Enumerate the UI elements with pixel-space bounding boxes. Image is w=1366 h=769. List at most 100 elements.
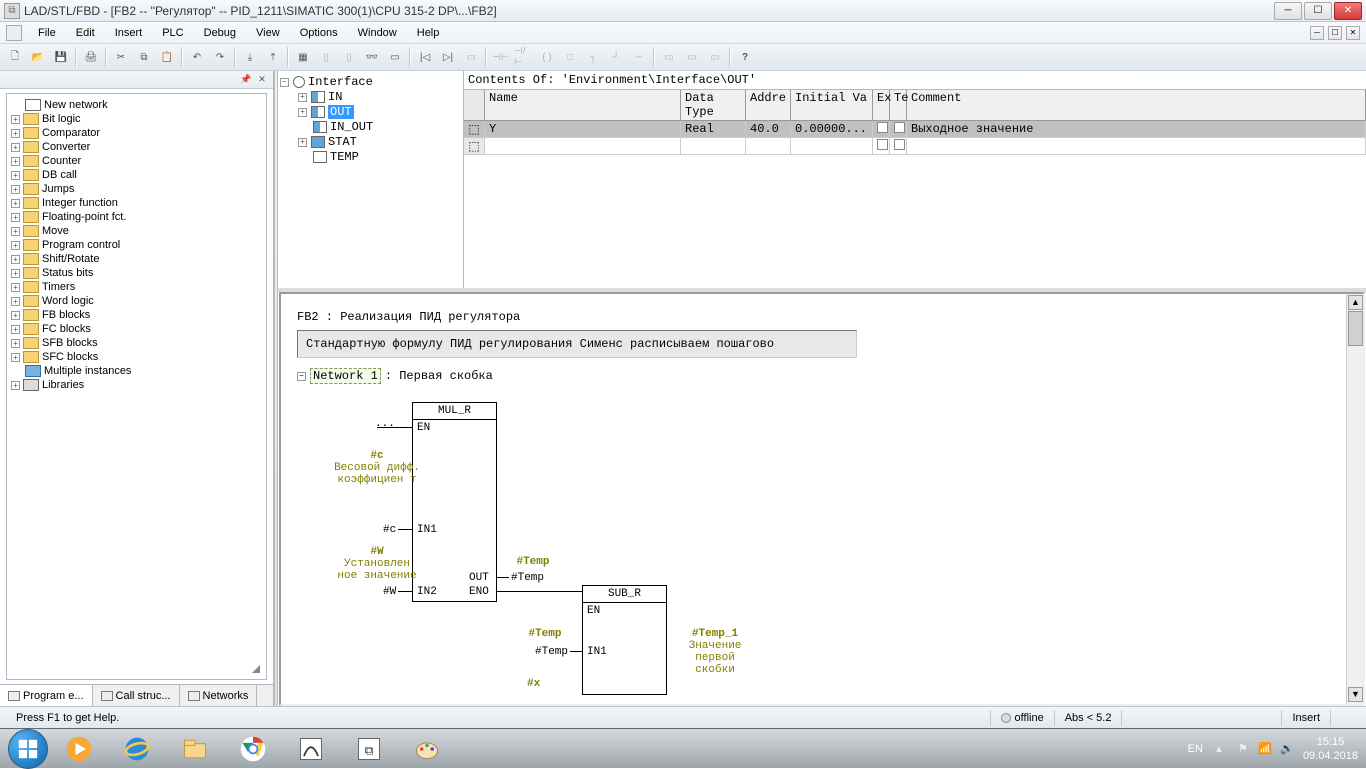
sidebar-pin-icon[interactable]: 📌 bbox=[239, 73, 253, 87]
network-label[interactable]: Network 1 bbox=[310, 368, 381, 384]
paste-icon[interactable]: 📋 bbox=[156, 46, 178, 68]
upload-icon[interactable]: ⤒ bbox=[262, 46, 284, 68]
menu-edit[interactable]: Edit bbox=[66, 25, 105, 41]
catalog-item[interactable]: +Jumps bbox=[9, 182, 264, 196]
interface-item[interactable]: IN_OUT bbox=[280, 120, 461, 135]
module-icon[interactable]: ▭ bbox=[384, 46, 406, 68]
menu-plc[interactable]: PLC bbox=[152, 25, 193, 41]
overview-icon[interactable]: ▦ bbox=[292, 46, 314, 68]
fb-title: FB2 : Реализация ПИД регулятора bbox=[297, 310, 1347, 324]
catalog-item[interactable]: +Status bits bbox=[9, 266, 264, 280]
menubar: File Edit Insert PLC Debug View Options … bbox=[0, 22, 1366, 44]
taskbar-app1[interactable] bbox=[284, 731, 338, 767]
start-button[interactable] bbox=[8, 729, 48, 769]
table-row[interactable]: ⬚YReal40.00.00000...Выходное значение bbox=[464, 121, 1366, 138]
var-w[interactable]: #W bbox=[383, 586, 396, 598]
catalog-item[interactable]: +Converter bbox=[9, 140, 264, 154]
mdi-close-icon[interactable]: ✕ bbox=[1346, 26, 1360, 40]
catalog-item[interactable]: +DB call bbox=[9, 168, 264, 182]
chevron-up-icon[interactable]: ▴ bbox=[1211, 741, 1227, 757]
open-icon[interactable]: 📂 bbox=[27, 46, 49, 68]
menu-file[interactable]: File bbox=[28, 25, 66, 41]
var-temp-in[interactable]: #Temp bbox=[535, 646, 568, 658]
interface-tree[interactable]: −Interface +IN+OUTIN_OUT+STATTEMP bbox=[278, 71, 464, 288]
catalog-tree[interactable]: New network+Bit logic+Comparator+Convert… bbox=[6, 93, 267, 680]
catalog-item[interactable]: +Timers bbox=[9, 280, 264, 294]
catalog-item[interactable]: +SFB blocks bbox=[9, 336, 264, 350]
var-temp-out[interactable]: #Temp bbox=[511, 572, 544, 584]
catalog-item[interactable]: +Comparator bbox=[9, 126, 264, 140]
close-button[interactable]: ✕ bbox=[1334, 2, 1362, 20]
taskbar-ie[interactable] bbox=[110, 731, 164, 767]
taskbar-media-player[interactable] bbox=[52, 731, 106, 767]
taskbar-paint[interactable] bbox=[400, 731, 454, 767]
interface-item[interactable]: TEMP bbox=[280, 150, 461, 165]
tray-clock[interactable]: 15:15 09.04.2018 bbox=[1303, 735, 1358, 763]
catalog-item[interactable]: Multiple instances bbox=[9, 364, 264, 378]
taskbar-chrome[interactable] bbox=[226, 731, 280, 767]
menu-options[interactable]: Options bbox=[290, 25, 348, 41]
menu-debug[interactable]: Debug bbox=[194, 25, 246, 41]
glasses-icon[interactable]: 👓 bbox=[361, 46, 383, 68]
catalog-item[interactable]: +SFC blocks bbox=[9, 350, 264, 364]
menu-view[interactable]: View bbox=[246, 25, 290, 41]
catalog-item[interactable]: +Counter bbox=[9, 154, 264, 168]
goto-next-icon[interactable]: ▷| bbox=[437, 46, 459, 68]
flag-icon[interactable]: ⚑ bbox=[1235, 741, 1251, 757]
menu-help[interactable]: Help bbox=[407, 25, 450, 41]
catalog-item[interactable]: +Program control bbox=[9, 238, 264, 252]
interface-item[interactable]: +IN bbox=[280, 90, 461, 105]
new-icon[interactable]: 🗋 bbox=[4, 46, 26, 68]
tab-networks[interactable]: Networks bbox=[180, 685, 258, 706]
maximize-button[interactable]: ☐ bbox=[1304, 2, 1332, 20]
minimize-button[interactable]: ─ bbox=[1274, 2, 1302, 20]
catalog-item[interactable]: +Integer function bbox=[9, 196, 264, 210]
interface-item[interactable]: +STAT bbox=[280, 135, 461, 150]
undo-icon[interactable]: ↶ bbox=[186, 46, 208, 68]
goto-prev-icon[interactable]: |◁ bbox=[414, 46, 436, 68]
menu-window[interactable]: Window bbox=[348, 25, 407, 41]
download-icon[interactable]: ⤓ bbox=[239, 46, 261, 68]
save-icon[interactable]: 💾 bbox=[50, 46, 72, 68]
block-sub-r[interactable]: SUB_R bbox=[582, 585, 667, 695]
speaker-icon[interactable]: 🔊 bbox=[1279, 741, 1295, 757]
tab-program-elements[interactable]: Program e... bbox=[0, 685, 93, 706]
network-editor[interactable]: ▲ ▼ FB2 : Реализация ПИД регулятора Стан… bbox=[279, 292, 1365, 706]
var-c[interactable]: #c bbox=[383, 524, 396, 536]
interface-item[interactable]: +OUT bbox=[280, 105, 461, 120]
mdi-max-icon[interactable]: ☐ bbox=[1328, 26, 1342, 40]
network-collapse-icon[interactable]: − bbox=[297, 372, 306, 381]
redo-icon[interactable]: ↷ bbox=[209, 46, 231, 68]
sidebar-close-icon[interactable]: ✕ bbox=[255, 73, 269, 87]
catalog-item[interactable]: +Word logic bbox=[9, 294, 264, 308]
catalog-item[interactable]: +Floating-point fct. bbox=[9, 210, 264, 224]
tab-call-structure[interactable]: Call struc... bbox=[93, 685, 180, 706]
interface-root[interactable]: Interface bbox=[308, 75, 373, 89]
menu-insert[interactable]: Insert bbox=[105, 25, 153, 41]
catalog-item[interactable]: New network bbox=[9, 98, 264, 112]
print-icon[interactable]: 🖨 bbox=[80, 46, 102, 68]
var-x[interactable]: #x bbox=[527, 678, 540, 690]
block-comment[interactable]: Стандартную формулу ПИД регулирования Си… bbox=[297, 330, 857, 358]
tray-lang[interactable]: EN bbox=[1188, 743, 1203, 755]
catalog-item[interactable]: +FB blocks bbox=[9, 308, 264, 322]
taskbar-step7[interactable]: ⧉ bbox=[342, 731, 396, 767]
vertical-scrollbar[interactable]: ▲ ▼ bbox=[1346, 294, 1363, 704]
help-icon[interactable]: ? bbox=[734, 46, 756, 68]
copy-icon[interactable]: ⧉ bbox=[133, 46, 155, 68]
catalog-item[interactable]: +Bit logic bbox=[9, 112, 264, 126]
catalog-item[interactable]: +FC blocks bbox=[9, 322, 264, 336]
network-icon[interactable]: 📶 bbox=[1257, 741, 1273, 757]
taskbar-explorer[interactable] bbox=[168, 731, 222, 767]
pin-out: OUT bbox=[469, 572, 489, 584]
contact-no-icon: ⊣⊢ bbox=[490, 46, 512, 68]
table-row[interactable]: ⬚ bbox=[464, 138, 1366, 155]
mdi-min-icon[interactable]: ─ bbox=[1310, 26, 1324, 40]
cut-icon[interactable]: ✂ bbox=[110, 46, 132, 68]
comment-w: #W Установлен ное значение bbox=[332, 546, 422, 582]
catalog-item[interactable]: +Libraries bbox=[9, 378, 264, 392]
comment-temp-in: #Temp bbox=[515, 628, 575, 640]
catalog-item[interactable]: +Move bbox=[9, 224, 264, 238]
t3-icon: ▭ bbox=[460, 46, 482, 68]
catalog-item[interactable]: +Shift/Rotate bbox=[9, 252, 264, 266]
